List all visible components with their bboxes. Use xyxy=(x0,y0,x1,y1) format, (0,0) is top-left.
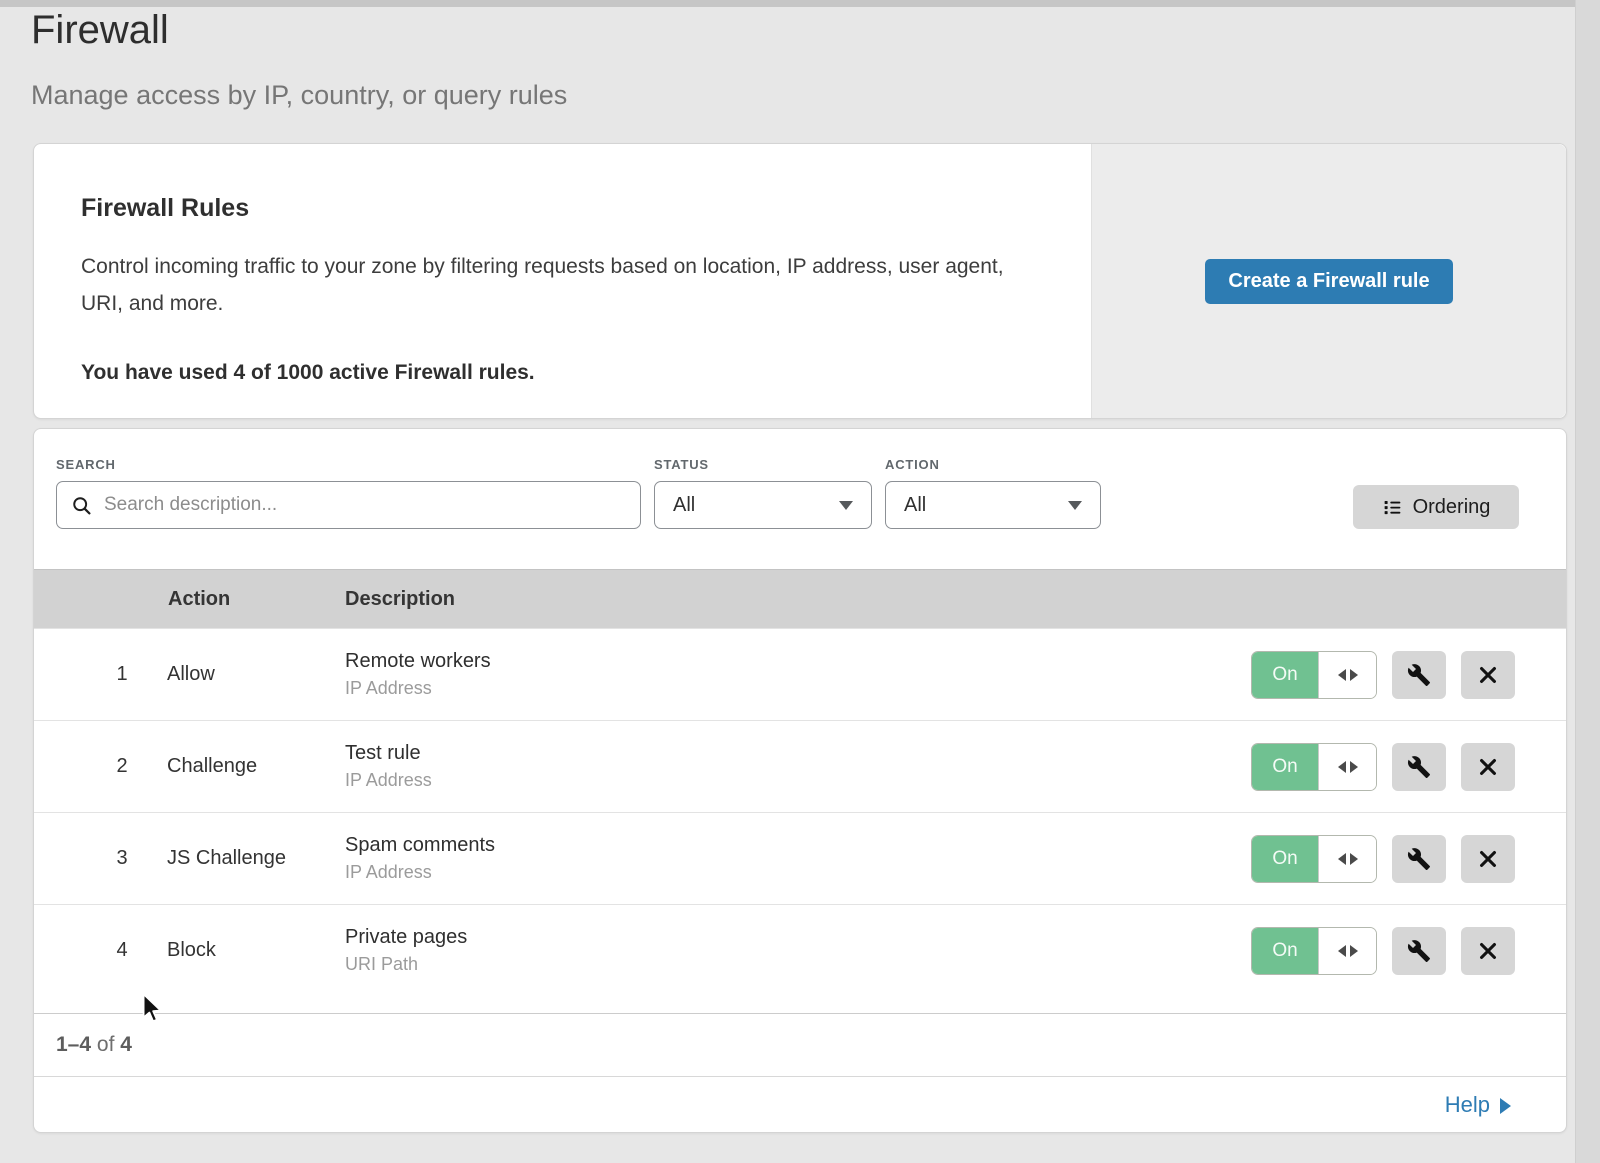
pagination-total: 4 xyxy=(120,1033,132,1056)
action-label: ACTION xyxy=(885,457,940,472)
status-label: STATUS xyxy=(654,457,709,472)
table-row: 4 Block Private pages URI Path On xyxy=(34,904,1566,996)
toggle-arrows-icon[interactable] xyxy=(1318,744,1376,790)
edit-rule-button[interactable] xyxy=(1392,743,1446,791)
scrollbar-gutter[interactable] xyxy=(1575,0,1600,1163)
info-card-title: Firewall Rules xyxy=(81,194,1091,223)
rule-field: IP Address xyxy=(345,862,495,883)
create-firewall-rule-button[interactable]: Create a Firewall rule xyxy=(1205,259,1453,304)
rule-action: Block xyxy=(167,905,216,996)
column-header-action: Action xyxy=(168,588,230,611)
close-icon xyxy=(1477,848,1499,870)
page-title: Firewall xyxy=(31,8,169,53)
rule-status-toggle[interactable]: On xyxy=(1251,743,1377,791)
edit-rule-button[interactable] xyxy=(1392,835,1446,883)
toggle-arrows-icon[interactable] xyxy=(1318,928,1376,974)
status-select[interactable]: All xyxy=(654,481,872,529)
status-selected-value: All xyxy=(673,494,695,517)
pagination-row: 1–4 of 4 xyxy=(34,1013,1566,1076)
toggle-on-label[interactable]: On xyxy=(1252,744,1318,790)
pagination-range: 1–4 xyxy=(56,1033,91,1056)
search-box[interactable] xyxy=(56,481,641,529)
wrench-icon xyxy=(1407,847,1431,871)
rule-field: IP Address xyxy=(345,678,491,699)
rule-field: URI Path xyxy=(345,954,467,975)
action-select[interactable]: All xyxy=(885,481,1101,529)
rule-description: Spam comments xyxy=(345,834,495,857)
rule-action: Allow xyxy=(167,629,215,720)
chevron-down-icon xyxy=(1068,501,1082,510)
close-icon xyxy=(1477,756,1499,778)
help-link-label: Help xyxy=(1445,1092,1490,1118)
search-label: SEARCH xyxy=(56,457,116,472)
caret-right-icon xyxy=(1500,1098,1511,1114)
wrench-icon xyxy=(1407,663,1431,687)
rule-status-toggle[interactable]: On xyxy=(1251,927,1377,975)
help-link[interactable]: Help xyxy=(1445,1092,1511,1118)
info-card-description: Control incoming traffic to your zone by… xyxy=(81,249,1026,323)
rule-priority: 3 xyxy=(94,813,150,904)
wrench-icon xyxy=(1407,939,1431,963)
toggle-on-label[interactable]: On xyxy=(1252,652,1318,698)
search-icon xyxy=(71,495,92,516)
rule-description: Test rule xyxy=(345,742,432,765)
info-card-text: Firewall Rules Control incoming traffic … xyxy=(34,144,1091,418)
table-row: 1 Allow Remote workers IP Address On xyxy=(34,628,1566,720)
card-footer: Help xyxy=(34,1076,1566,1132)
table-row: 2 Challenge Test rule IP Address On xyxy=(34,720,1566,812)
rules-usage-text: You have used 4 of 1000 active Firewall … xyxy=(81,361,1091,385)
edit-rule-button[interactable] xyxy=(1392,927,1446,975)
close-icon xyxy=(1477,940,1499,962)
wrench-icon xyxy=(1407,755,1431,779)
ordering-button[interactable]: Ordering xyxy=(1353,485,1519,529)
close-icon xyxy=(1477,664,1499,686)
delete-rule-button[interactable] xyxy=(1461,651,1515,699)
rule-action: Challenge xyxy=(167,721,257,812)
pagination-text: 1–4 of 4 xyxy=(56,1033,132,1057)
firewall-rules-info-card: Firewall Rules Control incoming traffic … xyxy=(33,143,1567,419)
chevron-down-icon xyxy=(839,501,853,510)
rule-description: Private pages xyxy=(345,926,467,949)
ordering-button-label: Ordering xyxy=(1413,496,1491,519)
create-rule-panel: Create a Firewall rule xyxy=(1091,144,1566,418)
rule-action: JS Challenge xyxy=(167,813,286,904)
rule-priority: 4 xyxy=(94,905,150,996)
firewall-rules-table-card: SEARCH STATUS All ACTION All Ordering Ac… xyxy=(33,428,1567,1133)
table-header: Action Description xyxy=(34,569,1566,628)
column-header-description: Description xyxy=(345,588,455,611)
delete-rule-button[interactable] xyxy=(1461,835,1515,883)
toggle-on-label[interactable]: On xyxy=(1252,928,1318,974)
edit-rule-button[interactable] xyxy=(1392,651,1446,699)
delete-rule-button[interactable] xyxy=(1461,927,1515,975)
rule-field: IP Address xyxy=(345,770,432,791)
search-input[interactable] xyxy=(102,493,626,517)
table-row: 3 JS Challenge Spam comments IP Address … xyxy=(34,812,1566,904)
page-subtitle: Manage access by IP, country, or query r… xyxy=(31,80,567,111)
ordered-list-icon xyxy=(1382,497,1403,518)
rule-priority: 1 xyxy=(94,629,150,720)
toggle-arrows-icon[interactable] xyxy=(1318,836,1376,882)
rule-priority: 2 xyxy=(94,721,150,812)
delete-rule-button[interactable] xyxy=(1461,743,1515,791)
rule-status-toggle[interactable]: On xyxy=(1251,651,1377,699)
toggle-on-label[interactable]: On xyxy=(1252,836,1318,882)
rule-status-toggle[interactable]: On xyxy=(1251,835,1377,883)
toggle-arrows-icon[interactable] xyxy=(1318,652,1376,698)
pagination-of: of xyxy=(97,1033,115,1056)
window-top-edge xyxy=(0,0,1600,7)
action-selected-value: All xyxy=(904,494,926,517)
rule-description: Remote workers xyxy=(345,650,491,673)
